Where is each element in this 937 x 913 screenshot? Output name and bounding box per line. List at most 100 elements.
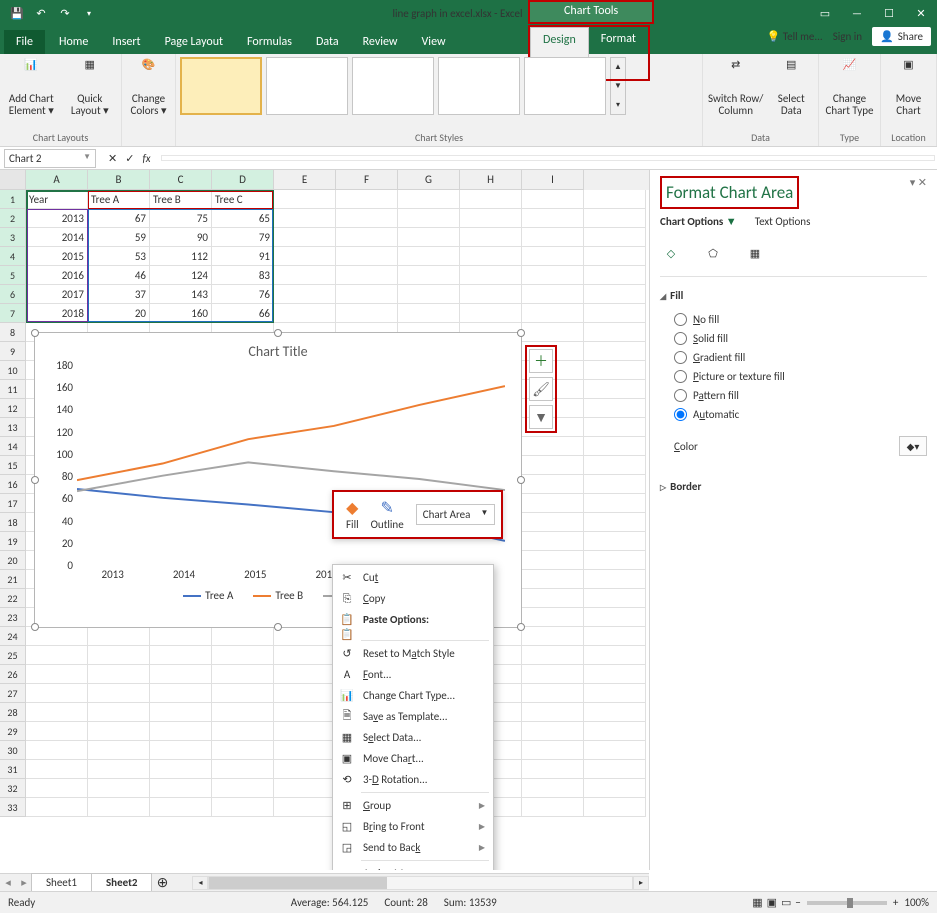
cell[interactable] bbox=[212, 722, 274, 741]
cell[interactable] bbox=[522, 684, 584, 703]
formula-input[interactable] bbox=[161, 155, 935, 161]
chart-elements-button[interactable]: ＋ bbox=[529, 349, 553, 373]
cell[interactable] bbox=[584, 190, 646, 209]
cell[interactable] bbox=[584, 722, 646, 741]
cell[interactable] bbox=[212, 665, 274, 684]
row-header[interactable]: 4 bbox=[0, 247, 26, 266]
cell[interactable] bbox=[88, 722, 150, 741]
share-button[interactable]: 👤 Share bbox=[872, 27, 931, 46]
cell[interactable] bbox=[150, 760, 212, 779]
cell[interactable] bbox=[398, 247, 460, 266]
cell[interactable] bbox=[584, 741, 646, 760]
row-header[interactable]: 27 bbox=[0, 684, 26, 703]
row-header[interactable]: 24 bbox=[0, 627, 26, 646]
row-header[interactable]: 16 bbox=[0, 475, 26, 494]
cell[interactable] bbox=[522, 779, 584, 798]
cell[interactable] bbox=[584, 703, 646, 722]
cell[interactable] bbox=[88, 703, 150, 722]
row-header[interactable]: 14 bbox=[0, 437, 26, 456]
tab-file[interactable]: File bbox=[4, 30, 45, 54]
col-header[interactable]: G bbox=[398, 170, 460, 190]
pane-fill-line-icon[interactable]: ◇ bbox=[660, 242, 682, 264]
col-header[interactable]: B bbox=[88, 170, 150, 190]
cell[interactable] bbox=[522, 247, 584, 266]
cell[interactable] bbox=[460, 228, 522, 247]
cell[interactable] bbox=[398, 285, 460, 304]
cell[interactable]: 83 bbox=[212, 266, 274, 285]
row-header[interactable]: 29 bbox=[0, 722, 26, 741]
chart-style-4[interactable] bbox=[438, 57, 520, 115]
close-icon[interactable]: ✕ bbox=[905, 0, 937, 27]
new-sheet-button[interactable]: ⊕ bbox=[152, 874, 172, 891]
cell[interactable] bbox=[522, 513, 584, 532]
add-chart-element-button[interactable]: 📊Add Chart Element ▾ bbox=[4, 57, 59, 117]
cell[interactable] bbox=[584, 494, 646, 513]
name-box[interactable]: Chart 2▼ bbox=[4, 149, 96, 168]
tell-me[interactable]: 💡 Tell me... bbox=[767, 30, 823, 43]
cell[interactable]: 112 bbox=[150, 247, 212, 266]
cell[interactable]: 66 bbox=[212, 304, 274, 323]
cell[interactable] bbox=[584, 247, 646, 266]
cell[interactable] bbox=[26, 741, 88, 760]
cell[interactable] bbox=[274, 266, 336, 285]
cell[interactable]: 53 bbox=[88, 247, 150, 266]
cell[interactable] bbox=[26, 779, 88, 798]
radio-pattern-fill[interactable]: Pattern fill bbox=[674, 386, 927, 405]
zoom-level[interactable]: 100% bbox=[904, 896, 929, 909]
cell[interactable] bbox=[212, 798, 274, 817]
quick-layout-button[interactable]: ▦Quick Layout ▾ bbox=[63, 57, 118, 117]
cell[interactable] bbox=[274, 646, 336, 665]
row-header[interactable]: 7 bbox=[0, 304, 26, 323]
hscroll-right[interactable]: ▸ bbox=[633, 876, 649, 890]
cell[interactable] bbox=[522, 209, 584, 228]
cell[interactable] bbox=[522, 494, 584, 513]
sheet-tab-sheet1[interactable]: Sheet1 bbox=[31, 873, 92, 892]
row-header[interactable]: 15 bbox=[0, 456, 26, 475]
tab-formulas[interactable]: Formulas bbox=[235, 30, 304, 54]
cell[interactable]: 2014 bbox=[26, 228, 88, 247]
cell[interactable]: 67 bbox=[88, 209, 150, 228]
row-header[interactable]: 33 bbox=[0, 798, 26, 817]
tab-review[interactable]: Review bbox=[351, 30, 410, 54]
cell[interactable] bbox=[584, 779, 646, 798]
enter-formula-icon[interactable]: ✓ bbox=[125, 152, 134, 165]
cell[interactable]: 2016 bbox=[26, 266, 88, 285]
cell[interactable] bbox=[150, 722, 212, 741]
cell[interactable] bbox=[584, 228, 646, 247]
cell[interactable] bbox=[584, 570, 646, 589]
cell[interactable]: Tree B bbox=[150, 190, 212, 209]
cell[interactable] bbox=[26, 665, 88, 684]
cell[interactable] bbox=[212, 627, 274, 646]
cell[interactable] bbox=[212, 646, 274, 665]
cell[interactable] bbox=[584, 437, 646, 456]
cm-bring-front[interactable]: ◱Bring to Front▶ bbox=[333, 816, 493, 837]
cell[interactable] bbox=[336, 285, 398, 304]
cell[interactable] bbox=[212, 779, 274, 798]
cell[interactable] bbox=[26, 798, 88, 817]
radio-solid-fill[interactable]: Solid fill bbox=[674, 329, 927, 348]
radio-picture-fill[interactable]: Picture or texture fill bbox=[674, 367, 927, 386]
cell[interactable] bbox=[336, 190, 398, 209]
cell[interactable] bbox=[522, 437, 584, 456]
row-header[interactable]: 13 bbox=[0, 418, 26, 437]
cell[interactable] bbox=[522, 532, 584, 551]
pane-size-icon[interactable]: ▦ bbox=[744, 242, 766, 264]
cell[interactable] bbox=[584, 304, 646, 323]
row-header[interactable]: 12 bbox=[0, 399, 26, 418]
cell[interactable]: 160 bbox=[150, 304, 212, 323]
save-icon[interactable]: 💾 bbox=[6, 3, 28, 25]
cm-reset-style[interactable]: ↺Reset to Match Style bbox=[333, 643, 493, 664]
cell[interactable] bbox=[274, 285, 336, 304]
chart-style-2[interactable] bbox=[266, 57, 348, 115]
cancel-formula-icon[interactable]: ✕ bbox=[108, 152, 117, 165]
row-header[interactable]: 25 bbox=[0, 646, 26, 665]
cell[interactable] bbox=[274, 209, 336, 228]
cell[interactable] bbox=[398, 228, 460, 247]
cell[interactable] bbox=[460, 209, 522, 228]
cell[interactable] bbox=[460, 190, 522, 209]
cell[interactable]: 65 bbox=[212, 209, 274, 228]
mini-fill-button[interactable]: ◆Fill bbox=[340, 498, 365, 531]
cell[interactable] bbox=[88, 798, 150, 817]
cell[interactable] bbox=[584, 513, 646, 532]
cell[interactable] bbox=[212, 703, 274, 722]
